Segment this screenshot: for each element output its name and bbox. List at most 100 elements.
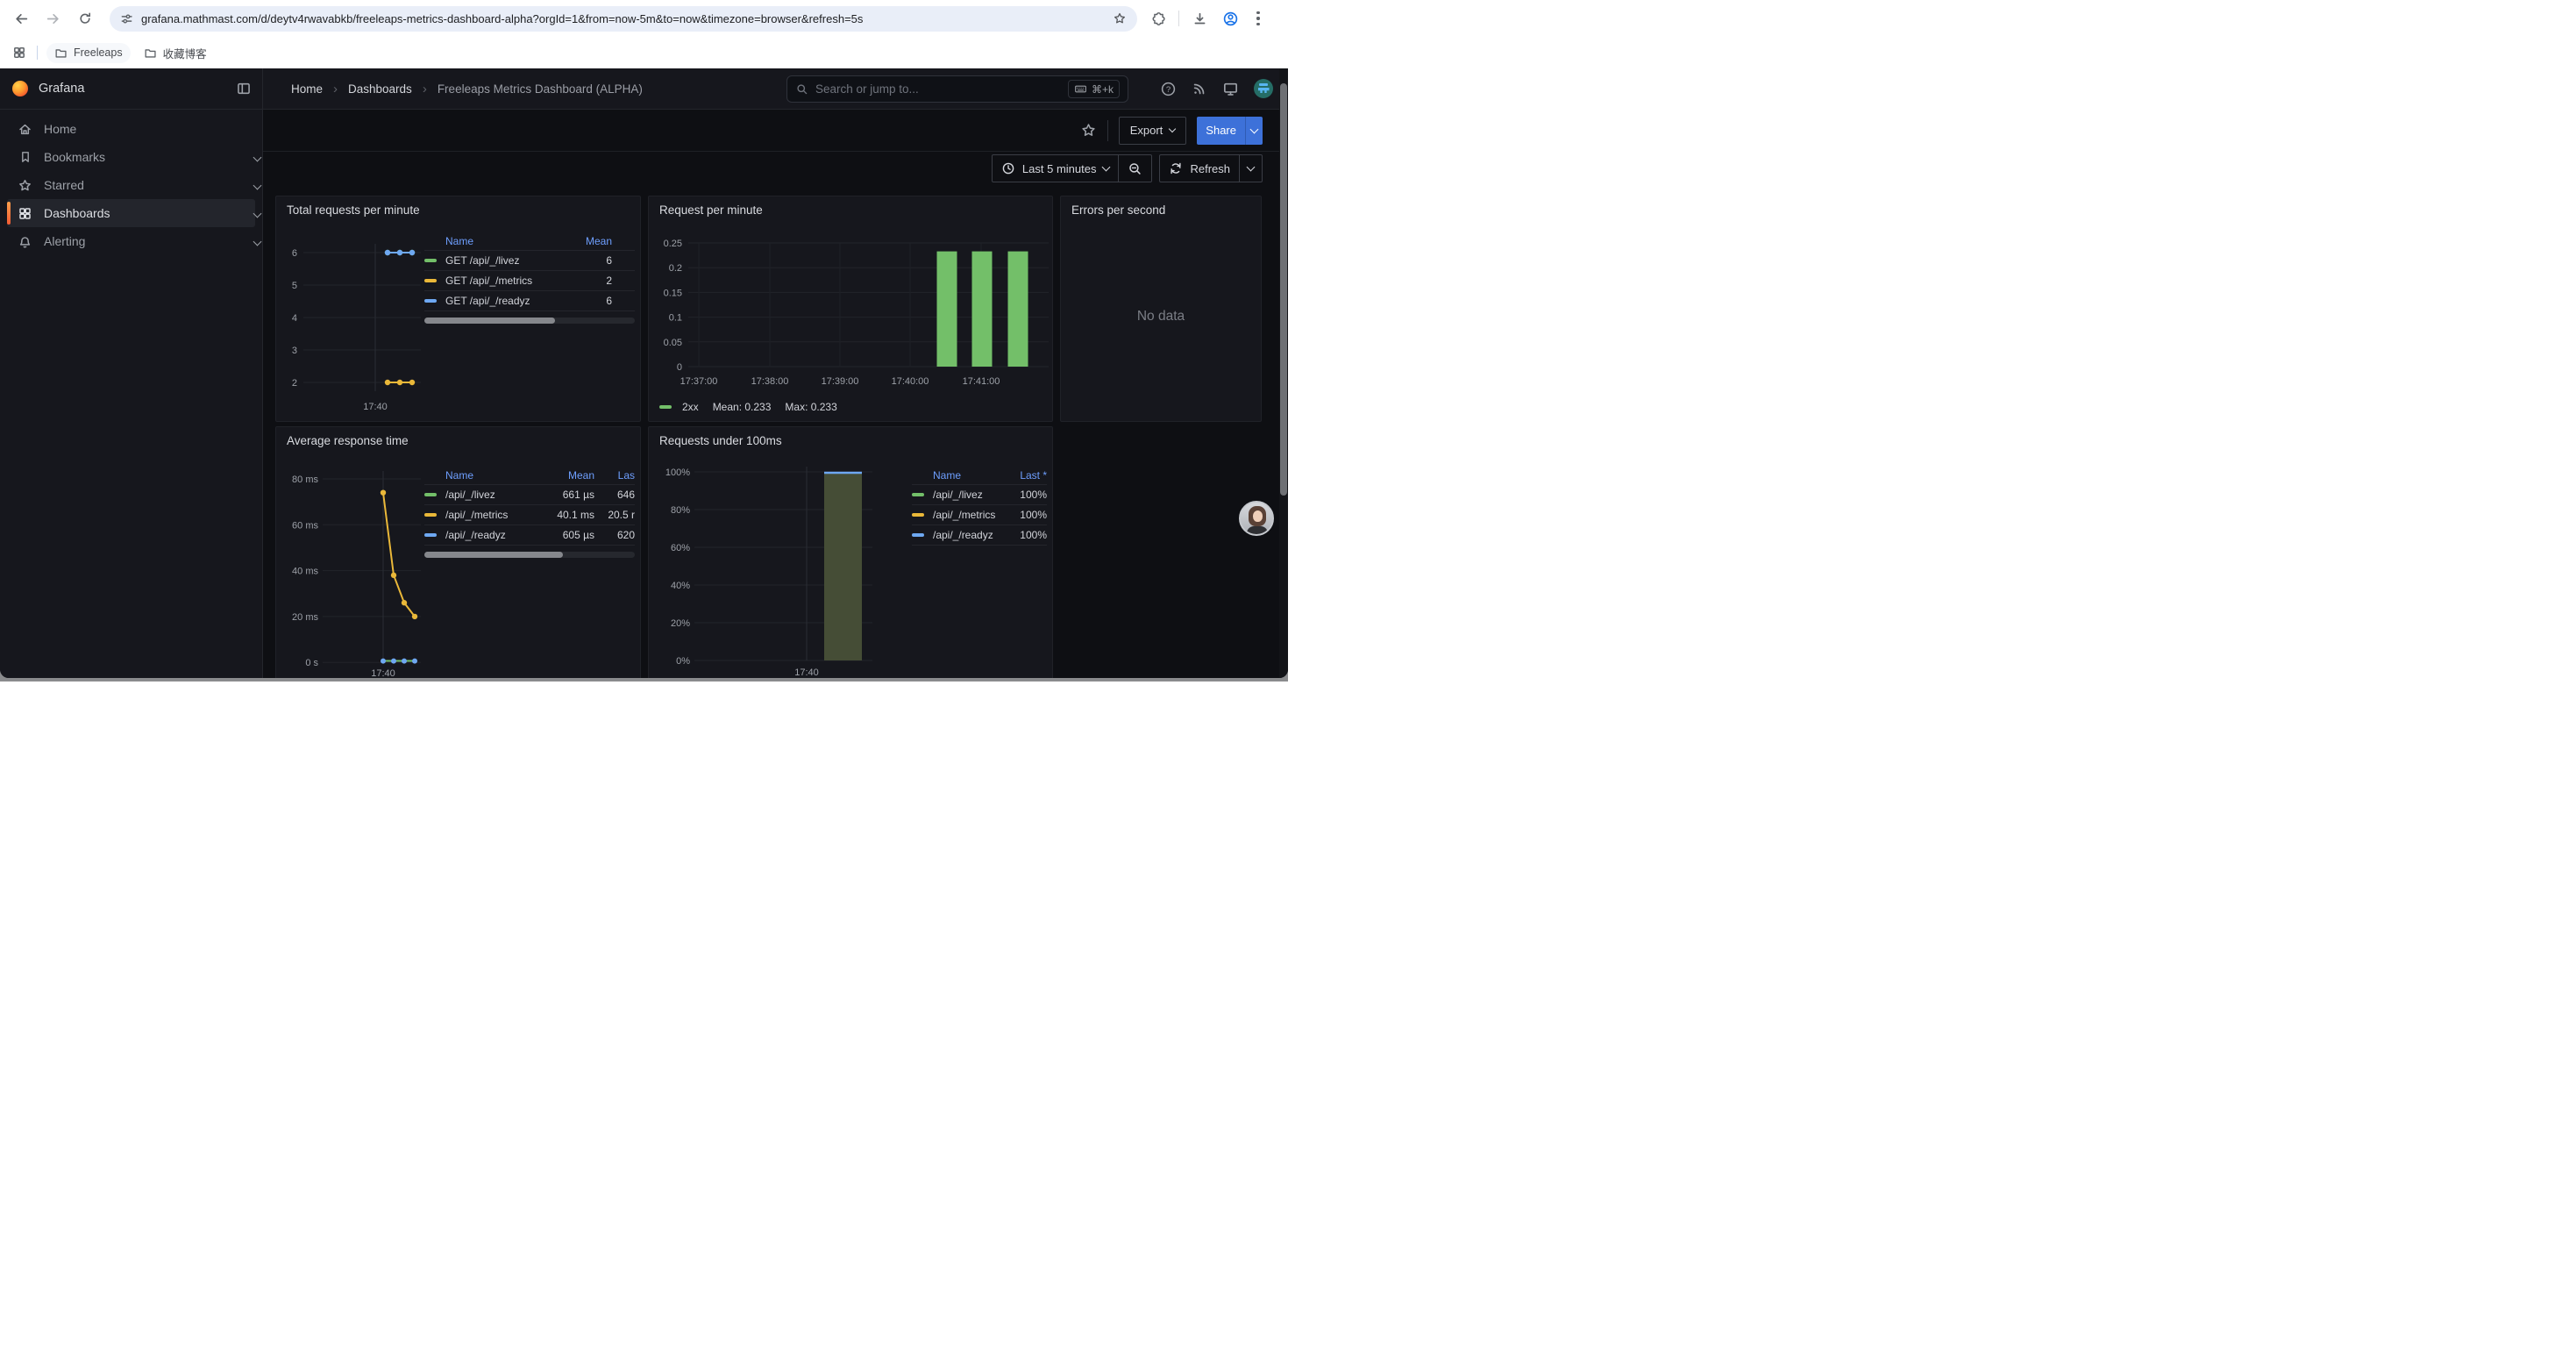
sidebar-item-alerting[interactable]: Alerting (7, 227, 255, 255)
search-icon (795, 82, 808, 96)
svg-text:17:40: 17:40 (363, 402, 388, 412)
svg-text:0.2: 0.2 (669, 263, 682, 274)
search-box[interactable]: ⌘+k (786, 75, 1128, 103)
scrollbar-thumb[interactable] (1280, 83, 1287, 496)
legend: 2xx Mean: 0.233 Max: 0.233 (659, 401, 837, 413)
monitor-icon[interactable] (1222, 81, 1239, 97)
panel-request-per-minute: Request per minute 0.250.20.150.10.05017… (648, 196, 1053, 422)
legend-scrollbar[interactable] (424, 318, 635, 324)
forward-icon[interactable] (42, 8, 63, 29)
legend-table: NameMean GET /api/_/livez6 GET /api/_/me… (424, 232, 635, 324)
folder-icon (54, 46, 68, 60)
url-bar[interactable]: grafana.mathmast.com/d/deytv4rwavabkb/fr… (110, 6, 1137, 32)
refresh-interval-dropdown[interactable] (1240, 155, 1262, 182)
screen: grafana.mathmast.com/d/deytv4rwavabkb/fr… (0, 0, 1288, 682)
sidebar-item-home[interactable]: Home (7, 115, 255, 143)
reload-icon[interactable] (75, 8, 96, 29)
svg-text:?: ? (1166, 84, 1171, 94)
svg-text:17:38:00: 17:38:00 (751, 376, 789, 387)
panel-errors-per-second: Errors per second No data (1060, 196, 1262, 422)
svg-text:60%: 60% (671, 543, 690, 553)
bookmark-label: 收藏博客 (163, 45, 207, 61)
breadcrumb-current: Freeleaps Metrics Dashboard (ALPHA) (438, 82, 643, 96)
svg-text:0.15: 0.15 (664, 288, 682, 298)
breadcrumb: Home › Dashboards › Freeleaps Metrics Da… (291, 82, 643, 96)
chevron-down-icon (1169, 125, 1176, 132)
panel-title[interactable]: Errors per second (1071, 203, 1165, 217)
panel-avg-response-time: Average response time 80 ms60 ms40 ms20 … (275, 426, 641, 678)
bell-icon (18, 234, 32, 249)
legend-scrollbar[interactable] (424, 552, 635, 558)
legend-row: /api/_/readyz100% (912, 525, 1047, 546)
browser-menu-icon[interactable] (1250, 11, 1266, 25)
chevron-down-icon (253, 182, 262, 190)
refresh-icon (1169, 161, 1183, 175)
bookmark-folder-freeleaps[interactable]: Freeleaps (46, 43, 131, 63)
download-icon[interactable] (1189, 8, 1210, 29)
legend-row: /api/_/readyz605 µs620 (424, 525, 635, 546)
bookmarks-separator (37, 46, 38, 60)
url-text[interactable]: grafana.mathmast.com/d/deytv4rwavabkb/fr… (141, 12, 1113, 25)
rss-icon[interactable] (1192, 81, 1207, 96)
svg-text:17:41:00: 17:41:00 (963, 376, 1000, 387)
keyboard-icon (1074, 82, 1087, 96)
no-data-message: No data (1061, 309, 1261, 325)
avatar-face (1253, 510, 1263, 522)
svg-text:80 ms: 80 ms (292, 475, 318, 485)
share-dropdown-button[interactable] (1245, 117, 1263, 145)
brand-label: Grafana (39, 82, 84, 96)
legend-row: /api/_/metrics100% (912, 505, 1047, 525)
dashboard-canvas: Last 5 minutes (263, 152, 1288, 678)
bookmark-star-icon[interactable] (1113, 11, 1127, 25)
scrollbar-thumb[interactable] (424, 552, 563, 558)
svg-text:0 s: 0 s (305, 658, 318, 668)
extensions-icon[interactable] (1148, 8, 1169, 29)
panel-title[interactable]: Requests under 100ms (659, 434, 782, 447)
page-scrollbar[interactable] (1279, 68, 1288, 678)
time-range-picker[interactable]: Last 5 minutes (993, 155, 1119, 182)
panel-title[interactable]: Average response time (287, 434, 409, 447)
legend-row: GET /api/_/metrics2 (424, 271, 635, 291)
sidebar-toggle-icon[interactable] (236, 81, 252, 96)
panel-title[interactable]: Total requests per minute (287, 203, 420, 217)
svg-text:100%: 100% (665, 467, 690, 478)
search-shortcut: ⌘+k (1068, 80, 1120, 98)
legend-series[interactable]: 2xx (682, 401, 699, 413)
user-avatar[interactable] (1254, 79, 1273, 98)
breadcrumb-home[interactable]: Home (291, 82, 323, 96)
svg-text:0%: 0% (676, 656, 690, 667)
bookmark-folder-blogs[interactable]: 收藏博客 (136, 41, 215, 65)
sidebar-item-bookmarks[interactable]: Bookmarks (7, 143, 255, 171)
svg-text:60 ms: 60 ms (292, 520, 318, 531)
favorite-star-icon[interactable] (1080, 122, 1097, 139)
scrollbar-thumb[interactable] (424, 318, 555, 324)
chevron-down-icon (1250, 125, 1259, 134)
help-icon[interactable]: ? (1160, 81, 1177, 97)
dashboards-grid-icon (18, 206, 32, 221)
chevron-down-icon (253, 210, 262, 218)
back-icon[interactable] (11, 8, 32, 29)
panel-title[interactable]: Request per minute (659, 203, 763, 217)
sidebar-item-dashboards[interactable]: Dashboards (7, 199, 255, 227)
grafana-logo[interactable] (12, 81, 28, 96)
search-input[interactable] (815, 82, 1068, 96)
site-settings-icon[interactable] (120, 12, 133, 25)
apps-grid-icon[interactable] (9, 42, 30, 63)
grafana-app: Grafana Home Bookmarks Star (0, 68, 1288, 678)
refresh-button[interactable]: Refresh (1160, 155, 1239, 182)
sidebar-item-starred[interactable]: Starred (7, 171, 255, 199)
browser-toolbar: grafana.mathmast.com/d/deytv4rwavabkb/fr… (0, 0, 1288, 37)
share-button[interactable]: Share (1197, 117, 1245, 145)
assistant-avatar[interactable] (1239, 501, 1274, 536)
export-button[interactable]: Export (1119, 117, 1187, 145)
breadcrumb-dashboards[interactable]: Dashboards (348, 82, 412, 96)
svg-text:6: 6 (292, 248, 297, 259)
zoom-out-button[interactable] (1119, 155, 1151, 182)
profile-icon[interactable] (1220, 8, 1241, 29)
legend-table: NameMeanLas /api/_/livez661 µs646 /api/_… (424, 466, 635, 558)
svg-text:3: 3 (292, 346, 297, 356)
breadcrumb-separator: › (423, 82, 427, 96)
chevron-down-icon (253, 153, 262, 162)
toolbar-divider (1107, 120, 1108, 141)
svg-text:20 ms: 20 ms (292, 612, 318, 623)
